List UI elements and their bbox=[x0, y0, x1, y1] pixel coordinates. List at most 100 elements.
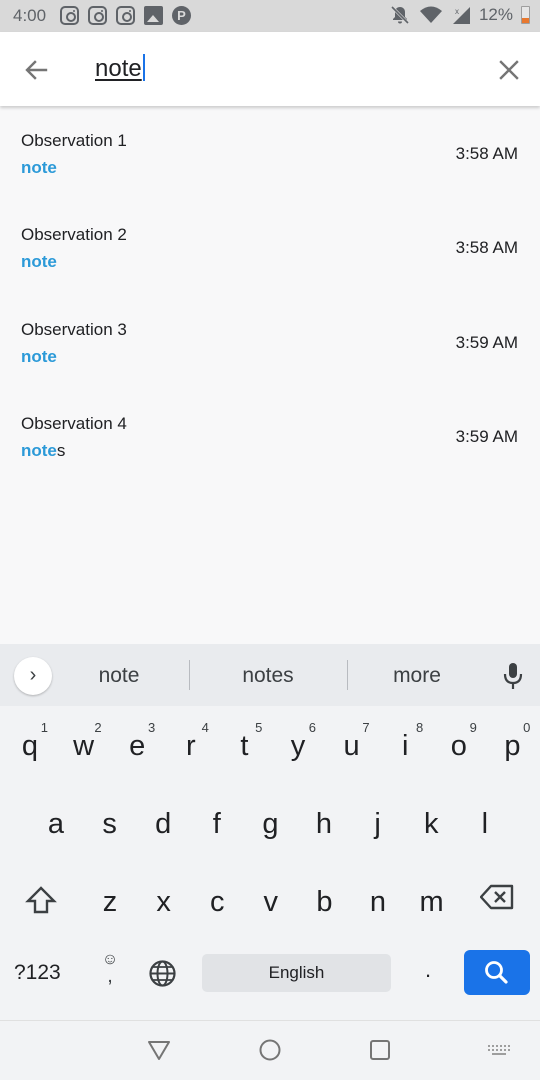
key-label: d bbox=[155, 808, 172, 840]
key-label: q bbox=[21, 730, 39, 762]
key-r[interactable]: 4r bbox=[167, 712, 215, 770]
key-label: f bbox=[212, 808, 221, 840]
recents-square-icon[interactable] bbox=[367, 1037, 393, 1063]
notifications-off-icon bbox=[390, 5, 410, 25]
key-h[interactable]: h bbox=[300, 790, 348, 848]
instagram-icon bbox=[88, 6, 107, 25]
result-time: 3:59 AM bbox=[455, 427, 518, 446]
instagram-icon bbox=[60, 6, 79, 25]
key-l[interactable]: l bbox=[461, 790, 509, 848]
suggestion-divider bbox=[189, 660, 190, 690]
result-snippet: note bbox=[21, 347, 57, 367]
search-input[interactable]: note bbox=[95, 54, 145, 83]
emoji-comma-key[interactable]: ☺ , bbox=[101, 952, 119, 987]
key-s[interactable]: s bbox=[86, 790, 134, 848]
key-a[interactable]: a bbox=[32, 790, 80, 848]
key-z[interactable]: z bbox=[86, 868, 134, 926]
battery-icon bbox=[521, 6, 530, 24]
key-b[interactable]: b bbox=[300, 868, 348, 926]
key-label: n bbox=[369, 886, 387, 918]
system-icons: x 12% bbox=[389, 5, 530, 25]
pocket-casts-icon: P bbox=[172, 6, 191, 25]
match-highlight: note bbox=[21, 252, 57, 271]
key-label: v bbox=[263, 886, 279, 918]
key-k[interactable]: k bbox=[407, 790, 455, 848]
battery-percent: 12% bbox=[478, 5, 513, 24]
notification-icons: P bbox=[60, 6, 191, 25]
key-label: u bbox=[343, 730, 360, 762]
key-p[interactable]: 0p bbox=[488, 712, 536, 770]
key-label: j bbox=[374, 808, 381, 840]
soft-keyboard: › note notes more 1q2w3e4r5t6y7u8i9o0p a… bbox=[0, 644, 540, 1020]
key-label: w bbox=[73, 730, 95, 762]
suggestion-2[interactable]: notes bbox=[193, 664, 343, 688]
key-y[interactable]: 6y bbox=[274, 712, 322, 770]
key-j[interactable]: j bbox=[354, 790, 402, 848]
key-c[interactable]: c bbox=[193, 868, 241, 926]
key-label: y bbox=[290, 730, 306, 762]
match-highlight: note bbox=[21, 441, 57, 460]
back-triangle-icon[interactable] bbox=[146, 1037, 172, 1063]
image-icon bbox=[144, 6, 163, 25]
result-snippet: notes bbox=[21, 441, 65, 461]
instagram-icon bbox=[116, 6, 135, 25]
key-f[interactable]: f bbox=[193, 790, 241, 848]
key-m[interactable]: m bbox=[408, 868, 456, 926]
microphone-icon[interactable] bbox=[503, 662, 523, 690]
key-q[interactable]: 1q bbox=[6, 712, 54, 770]
suggestion-strip: › note notes more bbox=[0, 644, 540, 706]
search-result-item[interactable]: Observation 4 notes 3:59 AM bbox=[0, 414, 540, 504]
key-label: t bbox=[240, 730, 249, 762]
search-result-item[interactable]: Observation 3 note 3:59 AM bbox=[0, 320, 540, 410]
key-label: p bbox=[504, 730, 521, 762]
search-result-item[interactable]: Observation 1 note 3:58 AM bbox=[0, 131, 540, 221]
search-query: note bbox=[95, 55, 142, 82]
result-snippet: note bbox=[21, 158, 57, 178]
arrow-left-icon[interactable] bbox=[20, 54, 52, 86]
signal-icon: x bbox=[452, 7, 470, 24]
key-label: a bbox=[47, 808, 65, 840]
key-label: z bbox=[102, 886, 118, 918]
space-bar[interactable]: English bbox=[202, 954, 391, 992]
key-t[interactable]: 5t bbox=[220, 712, 268, 770]
key-label: k bbox=[423, 808, 439, 840]
match-rest: s bbox=[56, 441, 66, 460]
home-circle-icon[interactable] bbox=[257, 1037, 283, 1063]
key-u[interactable]: 7u bbox=[328, 712, 376, 770]
key-label: b bbox=[316, 886, 333, 918]
result-title: Observation 2 bbox=[21, 225, 127, 244]
key-e[interactable]: 3e bbox=[113, 712, 161, 770]
result-snippet: note bbox=[21, 252, 57, 272]
key-label: c bbox=[209, 886, 225, 918]
key-label: x bbox=[156, 886, 171, 918]
key-d[interactable]: d bbox=[139, 790, 187, 848]
match-highlight: note bbox=[21, 347, 57, 366]
key-i[interactable]: 8i bbox=[381, 712, 429, 770]
key-label: h bbox=[315, 808, 333, 840]
key-v[interactable]: v bbox=[247, 868, 295, 926]
search-icon bbox=[485, 961, 508, 984]
key-label: l bbox=[481, 808, 489, 840]
svg-text:x: x bbox=[455, 7, 459, 16]
search-result-item[interactable]: Observation 2 note 3:58 AM bbox=[0, 225, 540, 315]
backspace-icon[interactable] bbox=[480, 884, 514, 910]
text-cursor bbox=[142, 54, 145, 81]
keyboard-switch-icon[interactable] bbox=[486, 1037, 512, 1063]
key-n[interactable]: n bbox=[354, 868, 402, 926]
key-x[interactable]: x bbox=[140, 868, 188, 926]
key-o[interactable]: 9o bbox=[435, 712, 483, 770]
shift-icon[interactable] bbox=[25, 885, 57, 915]
search-key[interactable] bbox=[464, 950, 530, 995]
key-g[interactable]: g bbox=[246, 790, 294, 848]
key-label: s bbox=[102, 808, 117, 840]
globe-icon[interactable] bbox=[148, 959, 177, 988]
result-time: 3:58 AM bbox=[455, 144, 518, 163]
period-key[interactable]: . bbox=[425, 957, 435, 983]
search-header: note bbox=[0, 32, 540, 106]
suggestion-1[interactable]: note bbox=[44, 664, 194, 688]
match-highlight: note bbox=[21, 158, 57, 177]
symbols-key[interactable]: ?123 bbox=[14, 961, 61, 985]
suggestion-3[interactable]: more bbox=[342, 664, 492, 688]
close-icon[interactable] bbox=[493, 54, 525, 86]
key-w[interactable]: 2w bbox=[60, 712, 108, 770]
